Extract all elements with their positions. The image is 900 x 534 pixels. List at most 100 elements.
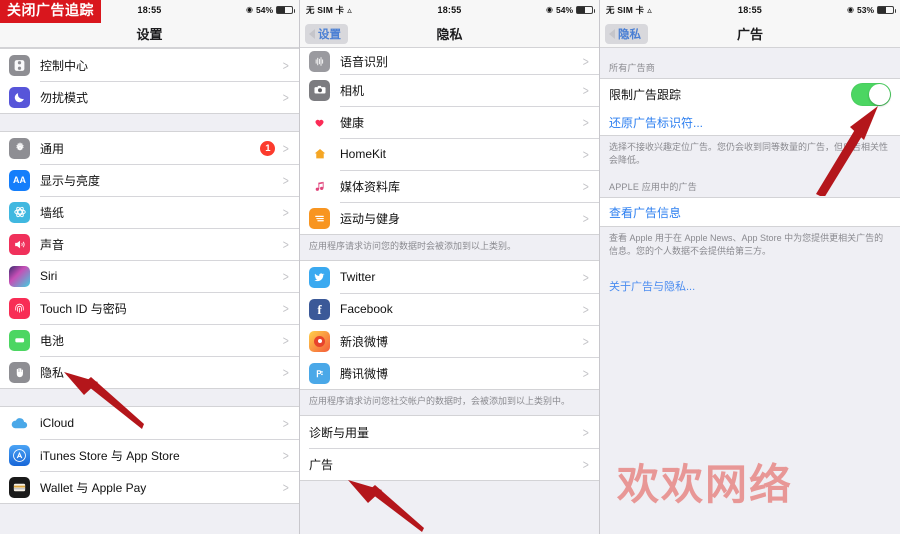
sidebar-item-label: 勿扰模式: [40, 90, 89, 105]
privacy-group-social: Twitter > f Facebook > 新浪微博 > 腾讯微博 >: [300, 260, 599, 391]
chevron-right-icon: >: [583, 210, 590, 226]
sidebar-item-itunes-appstore[interactable]: iTunes Store 与 App Store >: [0, 439, 299, 471]
health-icon: [309, 111, 330, 133]
location-icon: ◉: [246, 5, 253, 14]
list-item-camera[interactable]: 相机 >: [300, 74, 599, 106]
media-library-icon: [309, 175, 330, 197]
chevron-right-icon: >: [283, 268, 290, 284]
settings-group-3: iCloud > iTunes Store 与 App Store > Wall…: [0, 406, 299, 504]
chevron-right-icon: >: [283, 300, 290, 316]
sina-weibo-icon: [309, 330, 330, 352]
watermark: 欢欢网络: [617, 460, 794, 509]
footnote-apple-ads: 查看 Apple 用于在 Apple News、App Store 中为您提供更…: [609, 233, 884, 257]
sidebar-item-icloud[interactable]: iCloud >: [0, 407, 299, 439]
sidebar-item-control-center[interactable]: 控制中心 >: [0, 49, 299, 81]
chevron-right-icon: >: [583, 333, 590, 349]
list-item-diagnostics-usage[interactable]: 诊断与用量 >: [300, 416, 599, 449]
list-item-homekit[interactable]: HomeKit >: [300, 138, 599, 170]
siri-icon: [9, 265, 30, 287]
general-gear-icon: [9, 137, 30, 159]
list-item-advertising[interactable]: 广告 >: [300, 448, 599, 481]
list-item-media-library[interactable]: 媒体资料库 >: [300, 170, 599, 202]
list-gap: [0, 389, 299, 406]
settings-list[interactable]: 控制中心 > 勿扰模式 > 通用 1 > AA 显示与亮度 > 墙纸 > 声音 …: [0, 48, 299, 534]
list-item-label: 运动与健身: [340, 211, 401, 226]
chevron-right-icon: >: [283, 57, 290, 73]
list-item-label: 媒体资料库: [340, 179, 401, 194]
list-gap: [0, 114, 299, 131]
section-header-apple-ads: APPLE 应用中的广告: [609, 182, 697, 193]
chevron-left-icon: [609, 28, 615, 39]
sidebar-item-do-not-disturb[interactable]: 勿扰模式 >: [0, 81, 299, 113]
list-item-label: 诊断与用量: [309, 425, 370, 440]
sound-icon: [9, 233, 30, 255]
advertising-group-1: 限制广告跟踪 还原广告标识符...: [600, 78, 900, 136]
battery-icon-3: [877, 6, 896, 14]
sidebar-item-touch-id[interactable]: Touch ID 与密码 >: [0, 292, 299, 324]
sidebar-item-battery[interactable]: 电池 >: [0, 324, 299, 356]
chevron-right-icon: >: [583, 114, 590, 130]
status-battery-pct-2: 54%: [555, 5, 573, 15]
chevron-right-icon: >: [583, 146, 590, 162]
chevron-left-icon: [309, 28, 315, 39]
list-item-label: Twitter: [340, 270, 376, 285]
battery-icon: [9, 329, 30, 351]
back-button-label: 隐私: [618, 28, 641, 41]
sidebar-item-privacy[interactable]: 隐私 >: [0, 356, 299, 388]
list-item-label: 语音识别: [340, 54, 389, 69]
status-right-1: ◉ 54%: [246, 5, 295, 15]
privacy-hand-icon: [9, 361, 30, 383]
sidebar-item-sounds[interactable]: 声音 >: [0, 228, 299, 260]
list-item-sina-weibo[interactable]: 新浪微博 >: [300, 325, 599, 358]
panel-advertising: 无 SIM 卡 ▵ 18:55 ◉ 53% 隐私 广告 所有广告商 限制广告跟踪: [600, 0, 900, 534]
privacy-list[interactable]: 语音识别 > 相机 > 健康 > HomeKit > 媒体资料库 > 运动与健身…: [300, 48, 599, 534]
sidebar-item-label: Siri: [40, 269, 58, 283]
view-ad-information-link[interactable]: 查看广告信息: [600, 198, 900, 227]
sidebar-item-label: 通用: [40, 141, 65, 156]
list-item-health[interactable]: 健康 >: [300, 106, 599, 138]
itunes-appstore-icon: [9, 444, 30, 466]
chevron-right-icon: >: [583, 456, 590, 472]
sidebar-item-label: iTunes Store 与 App Store: [40, 448, 180, 463]
location-icon: ◉: [847, 5, 854, 14]
icloud-icon: [9, 412, 30, 434]
list-item-label: 腾讯微博: [340, 366, 389, 381]
list-item-tencent-weibo[interactable]: 腾讯微博 >: [300, 357, 599, 390]
limit-ad-tracking-row[interactable]: 限制广告跟踪: [600, 79, 900, 109]
sidebar-item-display-brightness[interactable]: AA 显示与亮度 >: [0, 164, 299, 196]
status-bar-2: 无 SIM 卡 ▵ 18:55 ◉ 54%: [300, 0, 599, 20]
settings-group-2: 通用 1 > AA 显示与亮度 > 墙纸 > 声音 > Siri > Touch…: [0, 131, 299, 389]
section-header-all-advertisers: 所有广告商: [609, 63, 656, 73]
back-button-settings[interactable]: 设置: [305, 23, 348, 44]
sidebar-item-wallet-applepay[interactable]: Wallet 与 Apple Pay >: [0, 471, 299, 503]
speech-recognition-icon: [309, 50, 330, 72]
list-item-facebook[interactable]: f Facebook >: [300, 293, 599, 326]
about-ads-privacy-link[interactable]: 关于广告与隐私...: [600, 265, 900, 294]
sidebar-item-siri[interactable]: Siri >: [0, 260, 299, 292]
reset-ad-identifier-link[interactable]: 还原广告标识符...: [600, 109, 900, 135]
list-item-twitter[interactable]: Twitter >: [300, 261, 599, 294]
back-button-privacy[interactable]: 隐私: [605, 23, 648, 44]
sidebar-item-label: 控制中心: [40, 58, 89, 73]
display-brightness-icon: AA: [9, 169, 30, 191]
panel-settings: 18:55 ◉ 54% 关闭广告追踪 设置 控制中心 > 勿扰模式 > 通用 1…: [0, 0, 300, 534]
sidebar-item-wallpaper[interactable]: 墙纸 >: [0, 196, 299, 228]
sidebar-item-general[interactable]: 通用 1 >: [0, 132, 299, 164]
sidebar-item-label: Touch ID 与密码: [40, 301, 127, 316]
chevron-right-icon: >: [283, 447, 290, 463]
list-item-motion-fitness[interactable]: 运动与健身 >: [300, 202, 599, 234]
list-item-label: 广告: [309, 457, 334, 472]
tencent-weibo-icon: [309, 362, 330, 384]
twitter-icon: [309, 266, 330, 288]
chevron-right-icon: >: [583, 424, 590, 440]
limit-ad-tracking-toggle[interactable]: [851, 82, 891, 106]
privacy-group-diagnostics: 诊断与用量 > 广告 >: [300, 415, 599, 482]
list-item-label: Facebook: [340, 302, 393, 317]
status-right-2: ◉ 54%: [546, 5, 595, 15]
chevron-right-icon: >: [283, 415, 290, 431]
list-item-speech-recognition[interactable]: 语音识别 >: [300, 48, 599, 74]
chevron-right-icon: >: [583, 82, 590, 98]
chevron-right-icon: >: [583, 53, 590, 69]
list-item-label: HomeKit: [340, 147, 387, 161]
advertising-group-2: 查看广告信息: [600, 197, 900, 228]
